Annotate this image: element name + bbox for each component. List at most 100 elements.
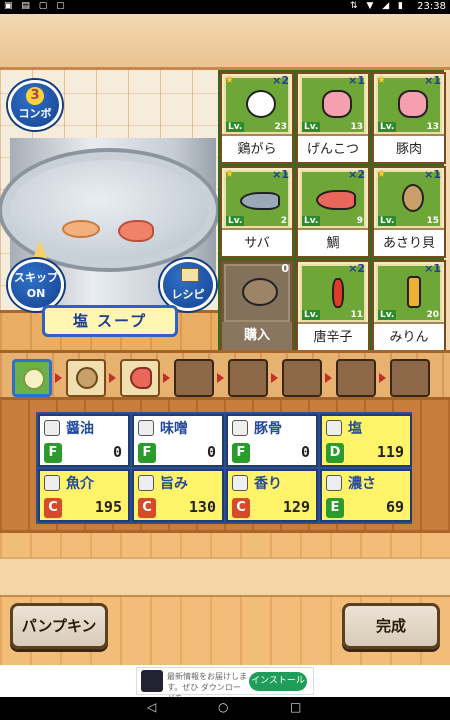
sea-bream-in-pot [118, 220, 154, 242]
level-label: Lv. [302, 310, 321, 320]
skip-toggle-button[interactable]: スキップ ON [8, 259, 64, 311]
ingredient-count: ×1 [348, 74, 365, 87]
arrow-icon [217, 373, 224, 383]
flavor-stat: 濃さ E 69 [320, 469, 412, 522]
navigation-bar: ◁ ○ □ [0, 697, 450, 720]
clock: 23:38 [417, 1, 446, 12]
flavor-stat: 豚骨 F 0 [226, 414, 318, 467]
stat-name: 濃さ [348, 476, 376, 492]
stat-value: 69 [385, 498, 404, 516]
game-screen: 3 コンボ スキップ ON レシピ 塩 スープ ★ ×2 Lv. 23 鶏がら … [0, 14, 450, 665]
shelf [0, 557, 450, 597]
ingredient-cell[interactable]: ★ ×1 Lv. 13 豚肉 [372, 72, 446, 164]
star-icon: ★ [225, 169, 234, 180]
ingredient-sequence [0, 350, 450, 400]
ingredient-name: みりん [374, 322, 444, 350]
flavor-stat: 香り C 129 [226, 469, 318, 522]
level-label: Lv. [378, 122, 397, 132]
flavor-stat: 味噌 F 0 [132, 414, 224, 467]
sequence-slot-empty[interactable] [336, 359, 376, 397]
chili-icon [332, 278, 344, 308]
stat-value: 195 [94, 498, 122, 516]
richness-icon [326, 475, 342, 491]
sea-bream-icon [316, 190, 356, 210]
ingredient-cell[interactable]: ★ ×1 Lv. 15 あさり貝 [372, 166, 446, 258]
star-icon: ★ [225, 75, 234, 86]
flavor-stat: 醤油 F 0 [38, 414, 130, 467]
home-icon[interactable]: ○ [218, 700, 228, 714]
top-bar [0, 14, 450, 70]
ingredient-cell[interactable]: ×2 Lv. 11 唐辛子 [296, 260, 370, 352]
ingredient-name: サバ [222, 228, 292, 256]
stat-value: 119 [376, 443, 404, 461]
stat-value: 130 [188, 498, 216, 516]
sequence-slot-empty[interactable] [390, 359, 430, 397]
combo-badge: 3 コンボ [8, 80, 62, 130]
soup-type-label: 塩 スープ [42, 305, 178, 337]
level-label: Lv. [226, 122, 245, 132]
arrow-icon [163, 373, 170, 383]
status-bar: ▣ ▤ ▢ ▢ ⇅ ▼ ◢ ▮ 23:38 [0, 0, 450, 14]
ingredient-name: げんこつ [298, 134, 368, 162]
ad-install-button[interactable]: インストール [249, 672, 307, 691]
stat-grade: C [44, 498, 62, 518]
purchase-button[interactable]: 購入 [222, 322, 292, 350]
stat-value: 0 [112, 443, 122, 461]
sea-bream-icon [130, 367, 152, 389]
stat-name: 魚介 [66, 476, 94, 492]
level-label: Lv. [378, 216, 397, 226]
ingredient-grid: ★ ×2 Lv. 23 鶏がら ×1 Lv. 13 げんこつ ★ ×1 Lv. … [218, 70, 446, 352]
stat-name: 豚骨 [254, 421, 282, 437]
stat-name: 旨み [160, 476, 188, 492]
arrow-icon [325, 373, 332, 383]
ingredient-cell[interactable]: ×1 Lv. 20 みりん [372, 260, 446, 352]
complete-button[interactable]: 完成 [342, 603, 440, 649]
pumpkin-button[interactable]: パンプキン [10, 603, 108, 649]
salt-icon [326, 420, 342, 436]
ad-box[interactable]: 最新情報をお届けします。ぜひ ダウンロードを。 インストール [136, 667, 314, 703]
pig-icon [322, 90, 352, 118]
sequence-slot-clam[interactable] [66, 359, 106, 397]
stat-name: 味噌 [160, 421, 188, 437]
soy-icon [44, 420, 60, 436]
ingredient-cell[interactable]: ×1 Lv. 13 げんこつ [296, 72, 370, 164]
stat-name: 醤油 [66, 421, 94, 437]
recipe-label: レシピ [171, 288, 205, 301]
arrow-icon [109, 373, 116, 383]
level-value: 13 [350, 122, 363, 132]
level-value: 23 [274, 122, 287, 132]
stat-name: 香り [254, 476, 282, 492]
book-icon [181, 268, 199, 282]
ad-banner[interactable]: 最新情報をお届けします。ぜひ ダウンロードを。 インストール [0, 665, 450, 703]
recents-icon[interactable]: □ [290, 700, 301, 714]
stat-value: 0 [206, 443, 216, 461]
pig-icon [398, 90, 428, 118]
stat-value: 0 [300, 443, 310, 461]
clam-icon [76, 367, 98, 389]
pork-bone-icon [232, 420, 248, 436]
sequence-slot-sea-bream[interactable] [120, 359, 160, 397]
ingredient-count: ×2 [348, 262, 365, 275]
level-value: 9 [356, 216, 363, 226]
ingredient-count: ×1 [424, 168, 441, 181]
flavor-stat: 塩 D 119 [320, 414, 412, 467]
recipe-button[interactable]: レシピ [160, 259, 216, 311]
back-icon[interactable]: ◁ [147, 700, 156, 714]
system-icons: ⇅ ▼ ◢ ▮ [350, 1, 406, 11]
ingredient-cell[interactable]: ★ ×2 Lv. 23 鶏がら [220, 72, 294, 164]
sequence-slot-empty[interactable] [282, 359, 322, 397]
ingredient-count: ×1 [424, 262, 441, 275]
sequence-slot-empty[interactable] [228, 359, 268, 397]
ingredient-name: 豚肉 [374, 134, 444, 162]
ingredient-cell[interactable]: ★ ×1 Lv. 2 サバ [220, 166, 294, 258]
sequence-slot-empty[interactable] [174, 359, 214, 397]
sequence-slot-salt[interactable] [12, 359, 52, 397]
ingredient-name: 唐辛子 [298, 322, 368, 350]
skip-state: ON [26, 287, 46, 300]
ingredient-cell-locked[interactable]: 0 購入 [220, 260, 294, 352]
ingredient-cell[interactable]: ×2 Lv. 9 鯛 [296, 166, 370, 258]
chicken-icon [246, 90, 276, 118]
flavor-stats-board: 醤油 F 0 味噌 F 0 豚骨 F 0 塩 D 119 魚介 C 195 旨み C 130 香り C 129 濃さ E 69 [36, 412, 412, 524]
level-value: 20 [426, 310, 439, 320]
ingredient-picture [224, 264, 290, 322]
